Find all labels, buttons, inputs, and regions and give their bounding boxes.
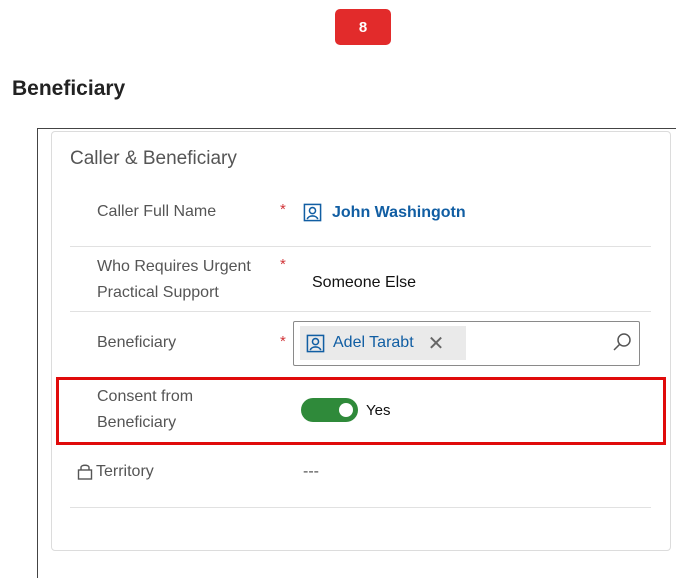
step-badge: 8 [335, 9, 391, 45]
beneficiary-label: Beneficiary [97, 334, 177, 351]
search-icon[interactable] [612, 332, 632, 352]
required-indicator: * [280, 201, 286, 218]
caller-full-name-link[interactable]: John Washingotn [332, 204, 466, 222]
consent-toggle[interactable] [301, 398, 358, 422]
lock-icon [77, 464, 93, 480]
territory-value: --- [303, 463, 319, 480]
required-indicator: * [280, 333, 286, 350]
remove-icon[interactable]: ✕ [428, 331, 445, 356]
divider [70, 311, 651, 312]
beneficiary-chip[interactable]: Adel Tarabt ✕ [300, 326, 466, 360]
consent-label-line2: Beneficiary [97, 414, 177, 431]
territory-label: Territory [96, 463, 154, 480]
divider [70, 507, 651, 508]
who-requires-label-line2: Practical Support [97, 284, 219, 301]
divider [70, 246, 651, 247]
contact-icon [303, 203, 322, 222]
section-heading: Beneficiary [12, 77, 126, 100]
beneficiary-chip-label[interactable]: Adel Tarabt [333, 334, 414, 352]
consent-label-line1: Consent from [97, 388, 194, 405]
card-title: Caller & Beneficiary [70, 148, 237, 169]
who-requires-value[interactable]: Someone Else [312, 274, 416, 292]
caller-full-name-value[interactable]: John Washingotn [303, 203, 466, 222]
toggle-knob [339, 403, 353, 417]
consent-toggle-label: Yes [366, 402, 391, 419]
who-requires-label-line1: Who Requires Urgent [97, 258, 251, 275]
caller-full-name-label: Caller Full Name [97, 203, 217, 220]
required-indicator: * [280, 256, 286, 273]
contact-icon [306, 334, 325, 352]
